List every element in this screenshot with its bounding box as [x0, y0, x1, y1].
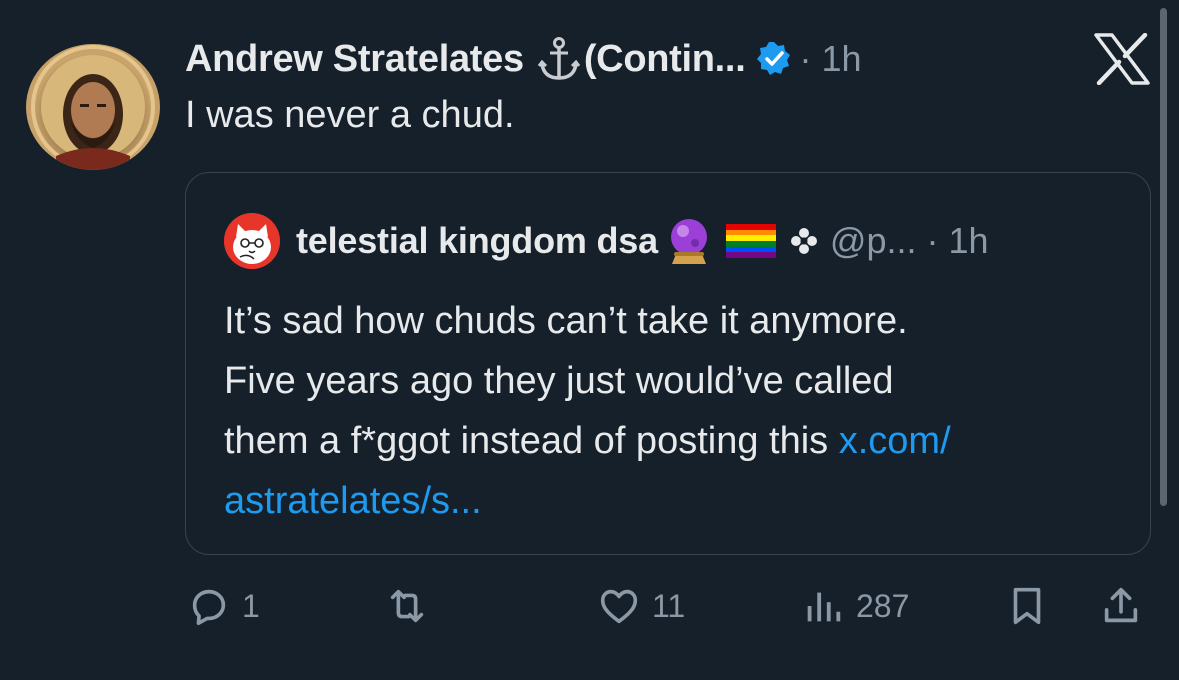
quoted-post-header: telestial kingdom dsa @p... · 1h — [296, 215, 989, 267]
x-logo-icon[interactable] — [1094, 32, 1150, 86]
quoted-link-start[interactable]: x.com/ — [839, 420, 951, 462]
quoted-handle-timestamp[interactable]: @p... · 1h — [830, 220, 989, 262]
quoted-link-end[interactable]: astratelates/s... — [224, 480, 482, 522]
like-count: 11 — [652, 587, 686, 624]
quoted-author-name[interactable]: telestial kingdom dsa — [296, 220, 658, 262]
author-name[interactable]: Andrew Stratelates — [185, 38, 524, 81]
flower-icon — [790, 227, 818, 255]
bookmark-button[interactable] — [1004, 576, 1050, 636]
quoted-line-3: them a f*ggot instead of posting this x.… — [224, 411, 1124, 471]
reply-count: 1 — [242, 587, 260, 624]
share-icon — [1104, 587, 1138, 623]
repost-icon — [390, 589, 424, 623]
quoted-line-3-text: them a f*ggot instead of posting this — [224, 420, 839, 462]
quoted-line-2: Five years ago they just would’ve called — [224, 360, 894, 402]
quoted-author-avatar[interactable] — [224, 213, 280, 269]
post-text: I was never a chud. — [185, 94, 515, 136]
rainbow-flag-icon — [725, 224, 776, 258]
anchor-icon — [536, 36, 582, 82]
views-button[interactable]: 287 — [800, 576, 909, 636]
like-button[interactable]: 11 — [596, 576, 685, 636]
author-avatar[interactable] — [26, 44, 160, 170]
scrollbar[interactable] — [1160, 8, 1167, 506]
views-chart-icon — [807, 592, 841, 622]
heart-icon — [600, 589, 638, 624]
reply-button[interactable]: 1 — [186, 576, 260, 636]
bookmark-icon — [1013, 587, 1041, 625]
quoted-line-1: It’s sad how chuds can’t take it anymore… — [224, 300, 908, 342]
quoted-post-text: It’s sad how chuds can’t take it anymore… — [224, 291, 1124, 531]
action-bar: 1 11 287 — [0, 576, 1179, 636]
post-timestamp[interactable]: · 1h — [799, 38, 861, 80]
reply-icon — [192, 589, 226, 626]
quoted-post-card[interactable]: telestial kingdom dsa @p... · 1h It’s sa… — [185, 172, 1151, 555]
post-header: Andrew Stratelates (Contin... · 1h — [185, 34, 862, 84]
views-count: 287 — [856, 587, 910, 624]
author-name-suffix[interactable]: (Contin... — [584, 38, 746, 81]
quoted-line-4: astratelates/s... — [224, 471, 1124, 531]
verified-icon[interactable] — [755, 40, 793, 78]
share-button[interactable] — [1098, 576, 1144, 636]
crystal-ball-icon — [664, 216, 714, 266]
repost-button[interactable] — [384, 576, 440, 636]
